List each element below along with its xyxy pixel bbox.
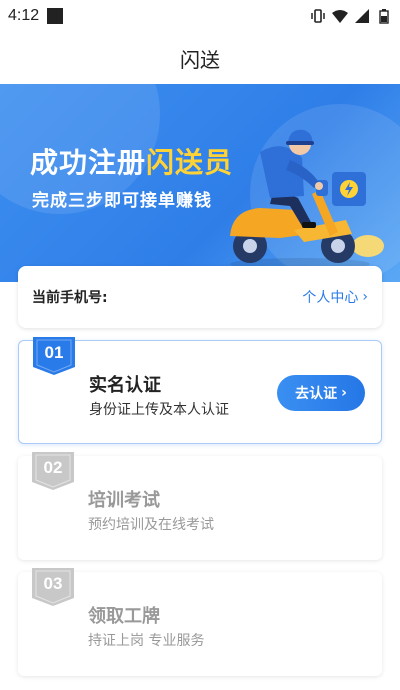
banner-subtitle: 完成三步即可接单赚钱	[32, 191, 212, 211]
page-title: 闪送	[180, 47, 220, 72]
vibrate-icon	[311, 9, 325, 23]
status-icons	[310, 8, 392, 24]
status-time: 4:12	[8, 7, 40, 24]
step-title: 培训考试	[88, 490, 160, 511]
step-number-badge: 03	[32, 568, 74, 608]
step-number: 01	[44, 343, 64, 362]
step-title: 领取工牌	[88, 606, 160, 627]
go-verify-label: 去认证	[295, 386, 338, 402]
step-description: 身份证上传及本人认证	[89, 402, 229, 418]
scooter-courier-illustration	[230, 129, 384, 270]
go-verify-button[interactable]: 去认证 ›	[277, 375, 365, 411]
personal-center-label: 个人中心	[302, 290, 359, 306]
notification-icon	[47, 8, 64, 24]
promo-banner: 成功注册闪送员 完成三步即可接单赚钱	[0, 84, 400, 282]
step-card-training: 02 培训考试 预约培训及在线考试	[18, 452, 382, 560]
chevron-right-icon: ›	[341, 385, 347, 401]
battery-icon	[379, 9, 389, 24]
step-card-badge: 03 领取工牌 持证上岗 专业服务	[18, 568, 382, 676]
banner-title-main: 成功注册	[30, 146, 147, 179]
current-phone-label: 当前手机号:	[32, 290, 108, 306]
chevron-right-icon: ›	[362, 289, 368, 305]
step-number-badge: 02	[32, 452, 74, 492]
status-bar: 4:12	[0, 0, 400, 32]
step-card-real-name: 01 实名认证 身份证上传及本人认证 去认证 ›	[18, 337, 382, 444]
step-description: 持证上岗 专业服务	[88, 633, 205, 649]
phone-info-card: 当前手机号: 个人中心 ›	[18, 266, 382, 328]
personal-center-link[interactable]: 个人中心 ›	[302, 287, 368, 307]
banner-title: 成功注册闪送员	[30, 141, 233, 181]
step-number: 03	[43, 574, 63, 593]
step-number: 02	[43, 458, 63, 477]
signal-icon	[355, 9, 369, 23]
app-bar: 闪送	[0, 32, 400, 84]
step-number-badge: 01	[33, 337, 75, 377]
step-title: 实名认证	[89, 375, 161, 396]
wifi-icon	[332, 10, 348, 23]
step-description: 预约培训及在线考试	[88, 517, 214, 533]
